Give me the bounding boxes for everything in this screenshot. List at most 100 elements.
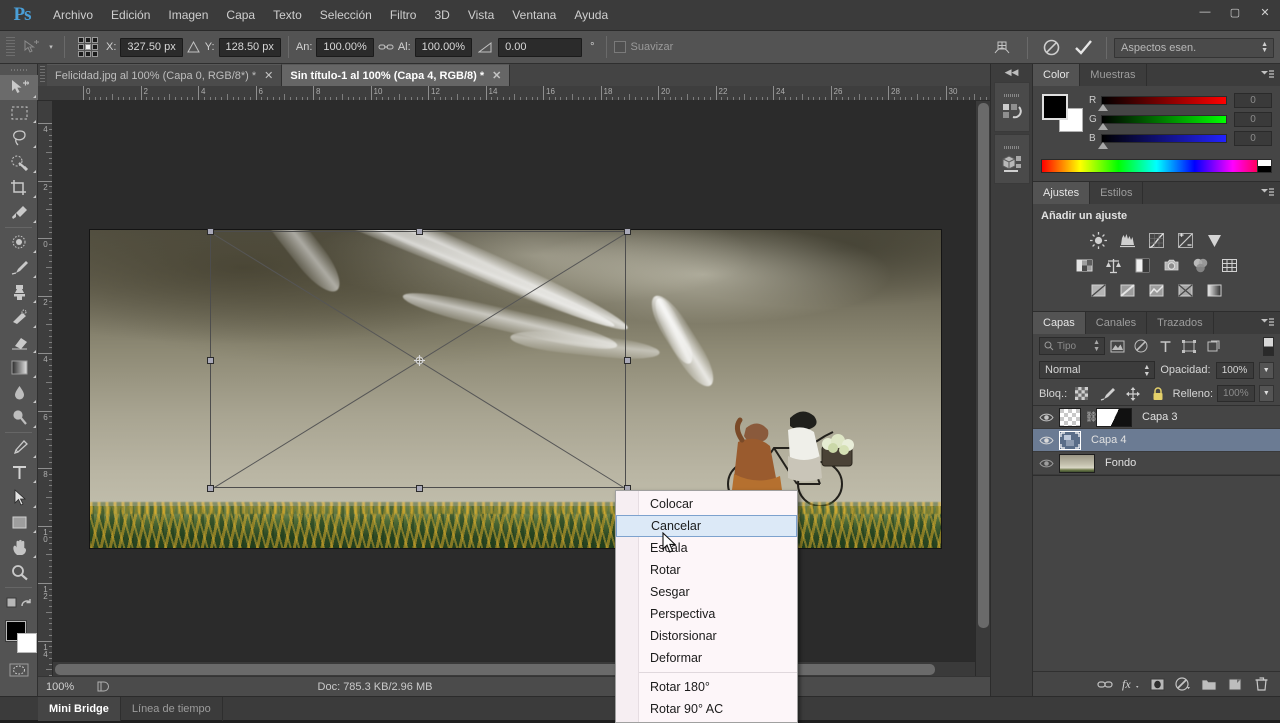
table-row[interactable]: Capa 4 — [1033, 429, 1280, 452]
pixel-filter-icon[interactable] — [1105, 336, 1129, 356]
context-menu-item-distorsionar[interactable]: Distorsionar — [616, 625, 797, 647]
relative-position-icon[interactable] — [183, 41, 205, 53]
tab-canales[interactable]: Canales — [1085, 312, 1148, 334]
lasso-tool[interactable] — [0, 125, 38, 150]
layer-visibility-toggle[interactable] — [1033, 412, 1059, 423]
tab-color[interactable]: Color — [1033, 64, 1081, 86]
filter-enable-toggle[interactable] — [1263, 336, 1274, 356]
spot-healing-brush-tool[interactable] — [0, 230, 38, 255]
dodge-tool[interactable] — [0, 405, 38, 430]
delete-layer-icon[interactable] — [1249, 673, 1273, 695]
context-menu-item-rotar-90-ac[interactable]: Rotar 90° AC — [616, 698, 797, 720]
canvas-area[interactable] — [53, 101, 990, 680]
new-layer-icon[interactable] — [1223, 673, 1247, 695]
context-menu-item-rotar-180[interactable]: Rotar 180° — [616, 676, 797, 698]
transform-context-menu[interactable]: ColocarCancelarEscalaRotarSesgarPerspect… — [615, 490, 798, 723]
layer-thumbnail[interactable] — [1059, 453, 1095, 473]
menu-texto[interactable]: Texto — [264, 0, 311, 31]
close-icon[interactable]: ✕ — [492, 69, 501, 82]
smartobject-filter-icon[interactable] — [1201, 336, 1225, 356]
options-bar-grip[interactable] — [6, 37, 15, 57]
layer-thumbnail[interactable] — [1059, 407, 1081, 427]
selective-color-icon[interactable] — [1171, 278, 1200, 303]
menu-archivo[interactable]: Archivo — [44, 0, 102, 31]
transform-pivot-point[interactable] — [414, 355, 425, 366]
clone-stamp-tool[interactable] — [0, 280, 38, 305]
gradient-map-icon[interactable] — [1200, 278, 1229, 303]
x-input[interactable]: 327.50 px — [120, 37, 183, 57]
blur-tool[interactable] — [0, 380, 38, 405]
cancel-transform-icon[interactable] — [1035, 39, 1067, 56]
r-value[interactable]: 0 — [1234, 93, 1272, 108]
tab-linea-de-tiempo[interactable]: Línea de tiempo — [121, 696, 223, 721]
quick-selection-tool[interactable] — [0, 150, 38, 175]
curves-icon[interactable] — [1142, 228, 1171, 253]
transform-handle-tc[interactable] — [416, 228, 423, 235]
panel-menu-icon[interactable] — [1260, 317, 1274, 329]
context-menu-item-cancelar[interactable]: Cancelar — [616, 515, 797, 537]
tool-preset-caret-icon[interactable]: ▾ — [45, 43, 57, 51]
history-panel-icon[interactable] — [994, 82, 1030, 132]
context-menu-item-escala[interactable]: Escala — [616, 537, 797, 559]
tabs-grip[interactable] — [38, 64, 47, 86]
y-input[interactable]: 128.50 px — [218, 37, 281, 57]
context-menu-item-deformar[interactable]: Deformar — [616, 647, 797, 669]
proof-colors-icon[interactable] — [92, 681, 112, 693]
invert-icon[interactable] — [1084, 278, 1113, 303]
context-menu-item-perspectiva[interactable]: Perspectiva — [616, 603, 797, 625]
maximize-button[interactable]: ▢ — [1220, 0, 1250, 24]
black-white-swatch[interactable] — [1257, 160, 1271, 172]
warp-mode-icon[interactable] — [984, 39, 1020, 57]
panel-foreground-swatch[interactable] — [1042, 94, 1068, 120]
lock-position-icon[interactable] — [1122, 384, 1143, 404]
black-white-icon[interactable] — [1128, 253, 1157, 278]
g-slider-track[interactable] — [1098, 115, 1227, 130]
document-tab-felicidad[interactable]: Felicidad.jpg al 100% (Capa 0, RGB/8*) *… — [47, 64, 283, 86]
height-input[interactable]: 100.00% — [414, 37, 473, 57]
transform-handle-ml[interactable] — [207, 357, 214, 364]
lock-all-icon[interactable] — [1147, 384, 1168, 404]
menu-edicion[interactable]: Edición — [102, 0, 159, 31]
move-tool[interactable] — [0, 75, 38, 100]
shape-filter-icon[interactable] — [1177, 336, 1201, 356]
width-input[interactable]: 100.00% — [316, 37, 374, 57]
photo-filter-icon[interactable] — [1157, 253, 1186, 278]
tab-ajustes[interactable]: Ajustes — [1033, 182, 1091, 204]
horizontal-scroll-thumb[interactable] — [55, 664, 935, 675]
context-menu-item-sesgar[interactable]: Sesgar — [616, 581, 797, 603]
table-row[interactable]: ⛓ Capa 3 — [1033, 406, 1280, 429]
layer-mask-thumbnail[interactable] — [1096, 407, 1132, 427]
antialias-checkbox[interactable] — [613, 41, 626, 53]
tab-capas[interactable]: Capas — [1033, 312, 1086, 334]
channel-mixer-icon[interactable] — [1186, 253, 1215, 278]
lock-image-icon[interactable] — [1097, 384, 1118, 404]
color-panel-swatches[interactable] — [1041, 93, 1083, 133]
fill-input[interactable]: 100% — [1217, 385, 1255, 402]
threshold-icon[interactable] — [1142, 278, 1171, 303]
type-filter-icon[interactable] — [1153, 336, 1177, 356]
menu-seleccion[interactable]: Selección — [311, 0, 381, 31]
menu-capa[interactable]: Capa — [217, 0, 264, 31]
levels-icon[interactable] — [1113, 228, 1142, 253]
layer-thumbnail[interactable] — [1059, 430, 1081, 450]
reference-point-selector[interactable] — [78, 37, 98, 57]
vertical-ruler[interactable]: 42024681 01 21 4 — [38, 101, 53, 680]
hue-saturation-icon[interactable] — [1070, 253, 1099, 278]
g-slider-thumb[interactable] — [1098, 123, 1108, 130]
lock-transparency-icon[interactable] — [1071, 384, 1092, 404]
gradient-tool[interactable] — [0, 355, 38, 380]
brush-tool[interactable] — [0, 255, 38, 280]
rectangular-marquee-tool[interactable] — [0, 100, 38, 125]
eyedropper-tool[interactable] — [0, 200, 38, 225]
canvas-vertical-scrollbar[interactable] — [975, 101, 990, 680]
brightness-contrast-icon[interactable] — [1084, 228, 1113, 253]
minimize-button[interactable]: — — [1190, 0, 1220, 24]
panel-menu-icon[interactable] — [1260, 69, 1274, 81]
layer-name[interactable]: Fondo — [1105, 457, 1136, 469]
color-spectrum-ramp[interactable] — [1041, 159, 1272, 173]
close-icon[interactable]: ✕ — [264, 69, 273, 82]
blend-mode-select[interactable]: Normal ▲ ▼ — [1039, 361, 1156, 379]
tab-muestras[interactable]: Muestras — [1080, 64, 1147, 86]
document-tab-sin-titulo[interactable]: Sin título-1 al 100% (Capa 4, RGB/8) * ✕ — [282, 64, 511, 86]
eraser-tool[interactable] — [0, 330, 38, 355]
